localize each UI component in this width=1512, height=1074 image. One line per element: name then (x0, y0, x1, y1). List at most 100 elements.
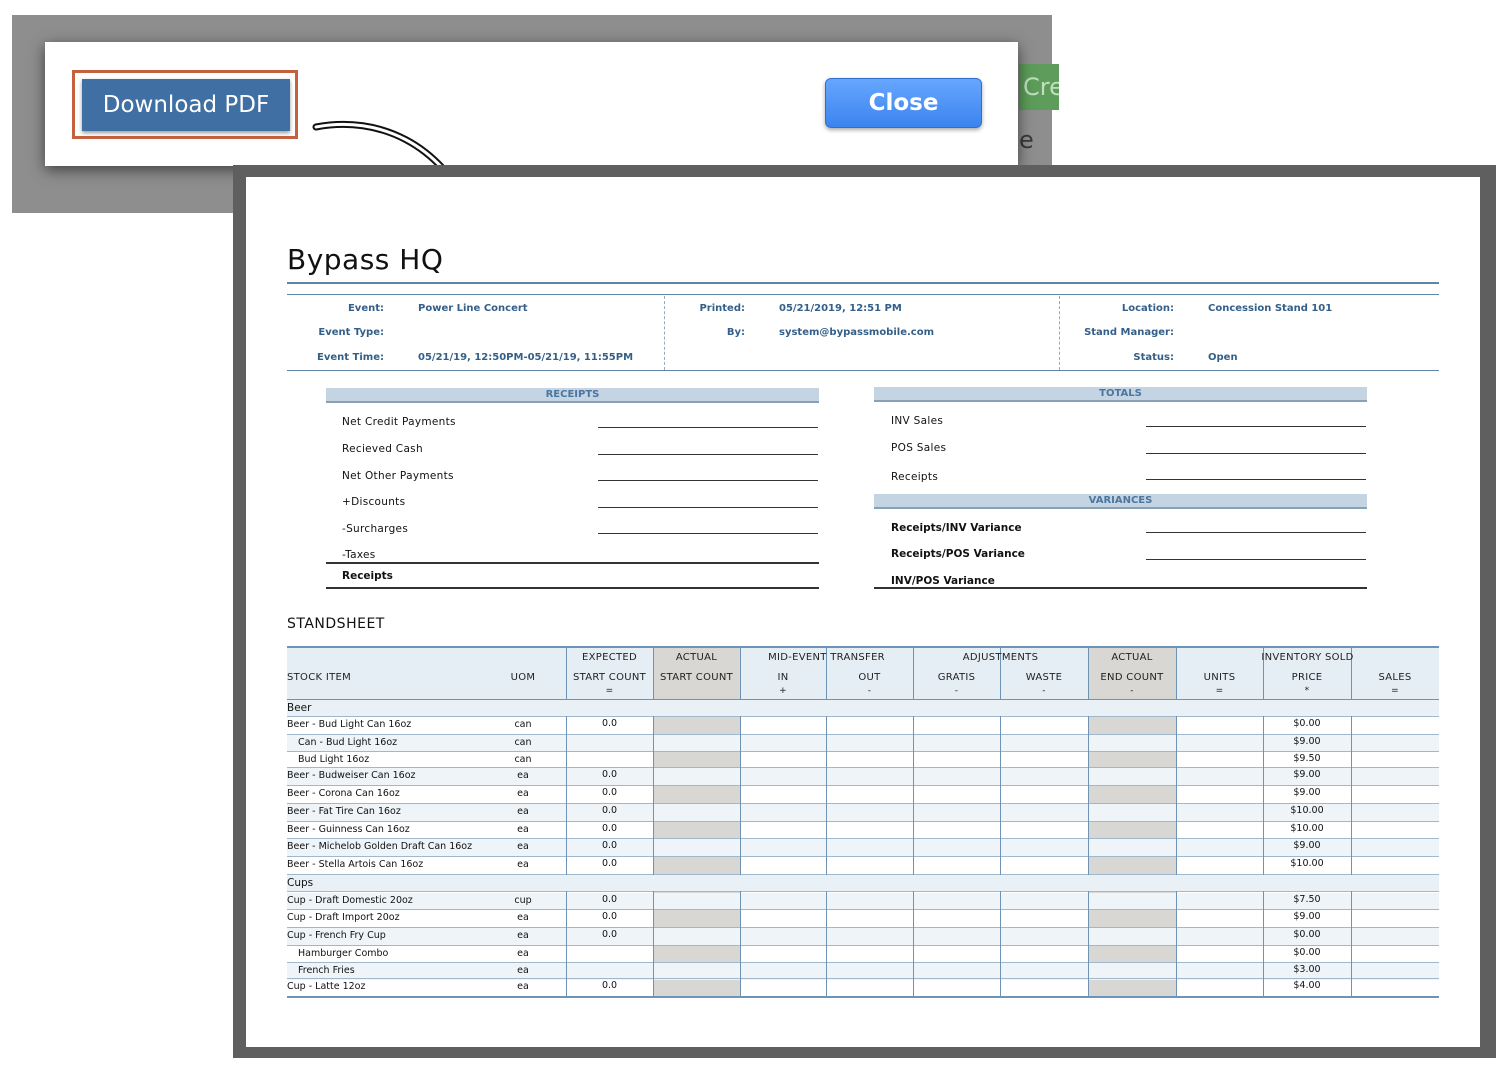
row-price: $10.00 (1290, 858, 1324, 869)
variances-bottom-rule (874, 587, 1367, 589)
category-label: Cups (287, 877, 314, 889)
status-label: Status: (1133, 352, 1174, 363)
grid-row-rule (287, 978, 1439, 979)
col-stock-item: STOCK ITEM (287, 672, 352, 683)
grid-col-rule (1263, 646, 1264, 997)
grid-row-rule (287, 891, 1439, 892)
col-adjustments: ADJUSTMENTS (962, 652, 1039, 663)
grid-row-rule (287, 927, 1439, 928)
info-divider (664, 296, 665, 370)
grid-row-rule (287, 646, 1439, 648)
entry-line (1146, 453, 1366, 454)
grid-row-rule (287, 821, 1439, 822)
grid-col-rule (566, 646, 567, 997)
location-value: Concession Stand 101 (1208, 303, 1333, 314)
row-price: $4.00 (1293, 980, 1321, 991)
close-button[interactable]: Close (825, 78, 982, 128)
receipts-total-label: Receipts (342, 570, 393, 582)
by-label: By: (726, 327, 745, 338)
grid-col-rule (1351, 646, 1352, 997)
grid-row-rule (287, 962, 1439, 963)
row-stock-item: Beer - Fat Tire Can 16oz (287, 806, 401, 817)
row-uom: ea (517, 859, 529, 870)
row-price: $3.00 (1293, 964, 1321, 975)
printed-value: 05/21/2019, 12:51 PM (779, 303, 902, 314)
row-price: $9.00 (1293, 840, 1321, 851)
row-uom: ea (517, 770, 529, 781)
stand-manager-label: Stand Manager: (1084, 327, 1174, 338)
row-uom: can (514, 719, 532, 730)
row-stock-item: Cup - Draft Import 20oz (287, 912, 400, 923)
sym-minus: - (1130, 686, 1134, 696)
row-expected-count: 0.0 (601, 929, 618, 940)
entry-line (1146, 532, 1366, 533)
row-uom: ea (517, 912, 529, 923)
sym-equals: = (605, 686, 614, 696)
receipts-item: Recieved Cash (342, 443, 423, 455)
sym-equals: = (1391, 686, 1399, 696)
totals-item: POS Sales (891, 442, 947, 454)
variance-item: INV/POS Variance (891, 575, 995, 587)
grid-row-rule (287, 785, 1439, 786)
variances-header: VARIANCES (874, 494, 1367, 509)
grid-col-rule (913, 646, 914, 997)
col-inventory-sold: INVENTORY SOLD (1261, 652, 1354, 663)
info-divider (1059, 296, 1060, 370)
download-pdf-button[interactable]: Download PDF (82, 79, 290, 131)
standsheet-title: STANDSHEET (287, 616, 385, 632)
row-price: $0.00 (1293, 718, 1321, 729)
entry-line (1146, 559, 1366, 560)
grid-row-rule (287, 751, 1439, 752)
row-expected-count: 0.0 (601, 787, 618, 798)
col-transfer: MID-EVENT TRANSFER (768, 652, 885, 663)
grid-row-rule (287, 856, 1439, 857)
col-actual-start: ACTUAL (675, 652, 718, 663)
totals-item: INV Sales (891, 415, 944, 427)
receipts-total-rule (326, 562, 819, 564)
sym-times: * (1304, 686, 1310, 696)
grid-row-rule (287, 838, 1439, 839)
receipts-header: RECEIPTS (326, 388, 819, 403)
grid-row-rule (287, 909, 1439, 910)
row-expected-count: 0.0 (601, 840, 618, 851)
totals-header: TOTALS (874, 387, 1367, 402)
entry-line (598, 507, 818, 508)
row-price: $9.00 (1293, 787, 1321, 798)
grid-col-rule (1000, 646, 1001, 997)
row-stock-item: French Fries (298, 965, 355, 976)
col-actual-end: ACTUAL (1111, 652, 1153, 663)
col-in: IN (777, 672, 789, 683)
row-expected-count: 0.0 (601, 858, 618, 869)
status-value: Open (1208, 352, 1238, 363)
row-price: $9.00 (1293, 769, 1321, 780)
row-stock-item: Cup - Latte 12oz (287, 981, 366, 992)
row-uom: ea (517, 841, 529, 852)
row-expected-count: 0.0 (601, 894, 618, 905)
grid-row-rule (287, 767, 1439, 768)
row-price: $10.00 (1290, 823, 1324, 834)
col-waste: WASTE (1025, 672, 1063, 683)
col-uom: UOM (510, 672, 536, 683)
col-gratis: GRATIS (937, 672, 976, 683)
sym-minus: - (1042, 686, 1046, 696)
row-uom: ea (517, 824, 529, 835)
background-create-button: Cre (1019, 64, 1059, 110)
entry-line (1146, 479, 1366, 480)
row-stock-item: Beer - Budweiser Can 16oz (287, 770, 416, 781)
sym-minus: - (867, 686, 872, 696)
row-price: $10.00 (1290, 805, 1324, 816)
row-uom: ea (517, 806, 529, 817)
receipts-item: Net Credit Payments (342, 416, 456, 428)
col-actual-start-count: START COUNT (659, 672, 734, 683)
variance-item: Receipts/POS Variance (891, 548, 1025, 560)
row-price: $9.00 (1293, 911, 1321, 922)
row-uom: ea (517, 788, 529, 799)
entry-line (598, 454, 818, 455)
row-stock-item: Beer - Stella Artois Can 16oz (287, 859, 424, 870)
variance-item: Receipts/INV Variance (891, 522, 1022, 534)
col-out: OUT (858, 672, 881, 683)
row-expected-count: 0.0 (601, 823, 618, 834)
location-label: Location: (1121, 303, 1174, 314)
grid-col-rule (1088, 646, 1089, 997)
receipts-item: +Discounts (342, 496, 406, 508)
